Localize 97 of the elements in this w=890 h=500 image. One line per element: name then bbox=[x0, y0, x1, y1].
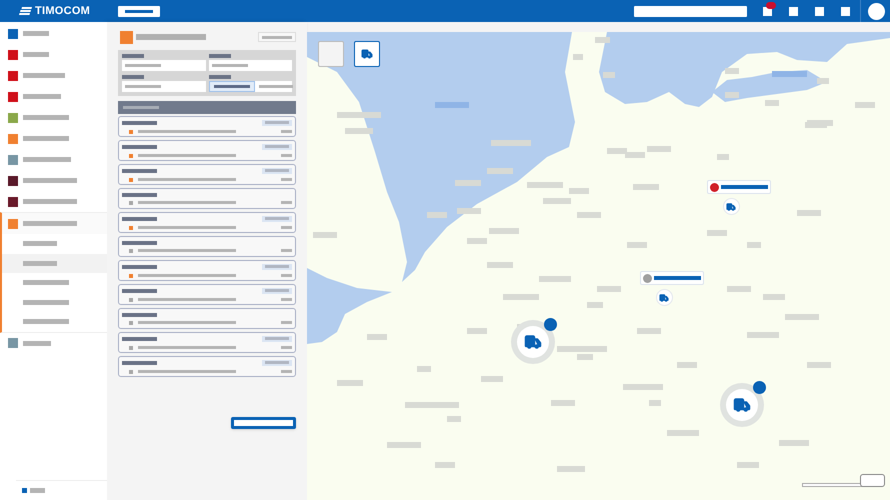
filter-field[interactable] bbox=[122, 81, 206, 92]
text-placeholder bbox=[281, 346, 292, 349]
text-placeholder bbox=[23, 319, 69, 324]
text-placeholder bbox=[281, 321, 292, 324]
text-placeholder bbox=[23, 280, 69, 286]
text-placeholder bbox=[23, 260, 57, 266]
list-card[interactable] bbox=[118, 164, 296, 185]
text-placeholder bbox=[125, 10, 153, 12]
status-tag bbox=[262, 336, 292, 342]
text-placeholder bbox=[214, 85, 250, 88]
text-placeholder bbox=[23, 115, 69, 120]
logo-text: TIMOCOM bbox=[35, 4, 90, 19]
vehicle-label[interactable] bbox=[707, 180, 771, 194]
text-placeholder bbox=[281, 274, 292, 277]
text-placeholder bbox=[122, 336, 157, 340]
text-placeholder bbox=[23, 199, 77, 204]
list-card[interactable] bbox=[118, 260, 296, 281]
map-button[interactable] bbox=[860, 474, 885, 487]
text-placeholder bbox=[208, 75, 230, 79]
list-card[interactable] bbox=[118, 212, 296, 233]
search-field[interactable] bbox=[634, 6, 747, 16]
text-placeholder bbox=[281, 298, 292, 301]
text-placeholder bbox=[122, 54, 144, 58]
list-card[interactable] bbox=[118, 140, 296, 161]
text-placeholder bbox=[654, 276, 701, 280]
list-card[interactable] bbox=[118, 284, 296, 305]
text-placeholder bbox=[125, 85, 161, 88]
list-card[interactable] bbox=[118, 356, 296, 377]
list-card[interactable] bbox=[118, 332, 296, 353]
status-tag bbox=[262, 168, 292, 174]
status-tag bbox=[262, 216, 292, 222]
text-placeholder bbox=[208, 54, 230, 58]
avatar[interactable] bbox=[868, 2, 885, 20]
text-placeholder bbox=[122, 288, 157, 292]
text-placeholder bbox=[122, 360, 157, 364]
text-placeholder bbox=[23, 178, 77, 183]
toolbar-button[interactable] bbox=[789, 6, 798, 16]
text-placeholder bbox=[23, 340, 51, 346]
text-placeholder bbox=[23, 31, 49, 36]
text-placeholder bbox=[281, 178, 292, 181]
text-placeholder bbox=[258, 85, 292, 88]
text-placeholder bbox=[281, 370, 292, 373]
truck-icon bbox=[361, 48, 373, 60]
text-placeholder bbox=[23, 241, 57, 246]
text-placeholder bbox=[23, 136, 69, 141]
text-placeholder bbox=[122, 168, 157, 172]
header-tab[interactable] bbox=[118, 6, 160, 16]
primary-button[interactable] bbox=[231, 417, 296, 429]
list-card[interactable] bbox=[118, 236, 296, 257]
list-card[interactable] bbox=[118, 188, 296, 209]
text-placeholder bbox=[281, 154, 292, 157]
list-card[interactable] bbox=[118, 116, 296, 137]
status-tag bbox=[262, 144, 292, 150]
text-placeholder bbox=[281, 201, 292, 204]
text-placeholder bbox=[23, 73, 65, 78]
text-placeholder bbox=[23, 94, 61, 99]
text-placeholder bbox=[136, 34, 206, 40]
text-placeholder bbox=[23, 221, 77, 226]
status-tag bbox=[262, 360, 292, 366]
text-placeholder bbox=[23, 300, 69, 305]
logo-icon bbox=[19, 7, 32, 15]
text-placeholder bbox=[23, 52, 49, 57]
text-placeholder bbox=[122, 192, 157, 196]
status-tag bbox=[262, 120, 292, 126]
truck-icon bbox=[733, 396, 751, 414]
list-card[interactable] bbox=[118, 308, 296, 329]
text-placeholder bbox=[122, 240, 157, 244]
text-placeholder bbox=[721, 185, 768, 189]
text-placeholder bbox=[122, 144, 157, 148]
truck-icon bbox=[726, 202, 736, 212]
text-placeholder bbox=[122, 216, 157, 220]
status-tag bbox=[262, 288, 292, 294]
text-placeholder bbox=[123, 106, 159, 109]
text-placeholder bbox=[122, 312, 157, 316]
text-placeholder bbox=[23, 157, 71, 162]
scale-bar bbox=[802, 483, 864, 487]
text-placeholder bbox=[281, 226, 292, 229]
text-placeholder bbox=[281, 130, 292, 133]
text-placeholder bbox=[212, 64, 248, 67]
text-placeholder bbox=[122, 120, 157, 124]
text-placeholder bbox=[30, 488, 45, 493]
text-placeholder bbox=[122, 75, 144, 79]
text-placeholder bbox=[122, 264, 157, 268]
vehicle-label[interactable] bbox=[640, 271, 704, 285]
toolbar-button[interactable] bbox=[841, 6, 850, 16]
truck-icon bbox=[659, 292, 669, 302]
filter-field[interactable] bbox=[208, 60, 292, 71]
category-square bbox=[120, 30, 133, 44]
status-tag bbox=[262, 264, 292, 270]
filter-field[interactable] bbox=[208, 81, 254, 92]
filter-field[interactable] bbox=[122, 60, 206, 71]
text-placeholder bbox=[262, 36, 292, 38]
truck-icon bbox=[524, 333, 542, 351]
text-placeholder bbox=[125, 64, 161, 67]
text-placeholder bbox=[281, 249, 292, 252]
map-control-button[interactable] bbox=[354, 41, 380, 67]
toolbar-button[interactable] bbox=[815, 6, 824, 16]
